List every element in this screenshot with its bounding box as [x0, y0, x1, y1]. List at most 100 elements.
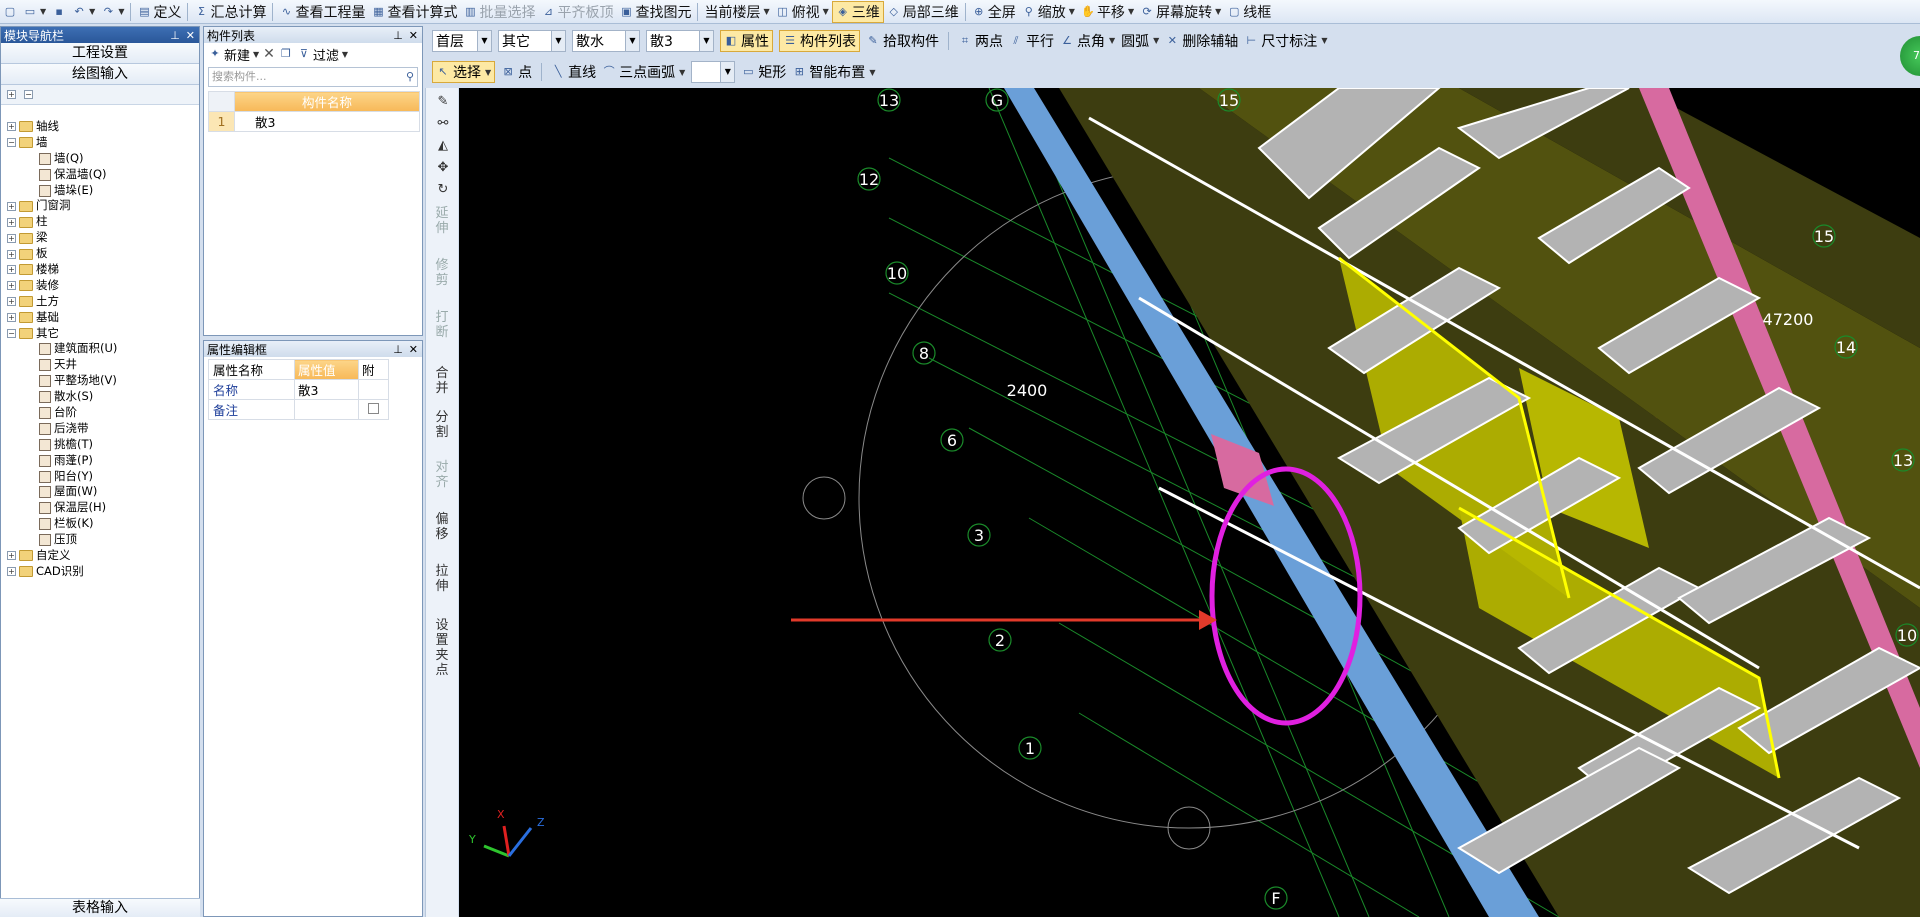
tree-item-coping[interactable]: 压顶: [7, 532, 117, 548]
new-component-button[interactable]: ✦ 新建 ▼: [208, 45, 259, 64]
pan-button[interactable]: ✋ 平移 ▼: [1078, 1, 1137, 23]
dimension-button[interactable]: ⊢ 尺寸标注 ▼: [1244, 31, 1328, 51]
close-icon[interactable]: ✕: [409, 29, 418, 42]
component-select[interactable]: 散3 ▼: [646, 29, 714, 52]
tree-item-column[interactable]: + 柱: [7, 214, 117, 230]
table-row[interactable]: 备注: [208, 399, 389, 420]
arc-option-select[interactable]: ▼: [691, 61, 736, 83]
trim-button[interactable]: 修剪: [434, 258, 450, 288]
current-floor-dropdown[interactable]: 当前楼层 ▼: [701, 1, 772, 23]
pin-icon[interactable]: ⊥: [393, 29, 403, 42]
open-file-button[interactable]: ▭ ▼: [20, 1, 49, 23]
tree-item-earth[interactable]: + 土方: [7, 294, 117, 310]
two-point-button[interactable]: ⌗ 两点: [958, 31, 1003, 51]
new-file-button[interactable]: ▢: [0, 1, 20, 23]
delete-aux-axis-button[interactable]: ✕ 删除辅轴: [1165, 31, 1239, 51]
tree-item-roof[interactable]: 屋面(W): [7, 484, 117, 500]
top-view-button[interactable]: ◫ 俯视 ▼: [773, 1, 832, 23]
expand-all-icon[interactable]: +: [7, 90, 16, 99]
collapse-all-icon[interactable]: −: [24, 90, 33, 99]
table-row[interactable]: 1 散3: [208, 111, 420, 132]
define-button[interactable]: ▤ 定义: [134, 1, 184, 23]
tree-item-wall-pier[interactable]: 墙垛(E): [7, 183, 117, 199]
tree-item-wall[interactable]: − 墙: [7, 135, 117, 151]
smart-layout-button[interactable]: ⊞ 智能布置 ▼: [792, 62, 876, 82]
tree-item-site-level[interactable]: 平整场地(V): [7, 373, 117, 389]
component-search-input[interactable]: 搜索构件... ⚲: [208, 67, 418, 87]
subtype-select[interactable]: 散水 ▼: [572, 29, 640, 52]
tree-item-deco[interactable]: + 装修: [7, 278, 117, 294]
set-grip-button[interactable]: 设置夹点: [434, 618, 450, 678]
tree-item-insulation[interactable]: 保温层(H): [7, 500, 117, 516]
batch-select-button[interactable]: ▥ 批量选择: [460, 1, 538, 23]
table-row[interactable]: 名称 散3: [208, 379, 389, 400]
close-icon[interactable]: ✕: [186, 29, 195, 42]
tree-item-balcony[interactable]: 阳台(Y): [7, 469, 117, 485]
tree-item-insulated-wall[interactable]: 保温墙(Q): [7, 167, 117, 183]
tree-item-eave[interactable]: 挑檐(T): [7, 437, 117, 453]
checkbox[interactable]: [368, 403, 379, 414]
merge-button[interactable]: 合并: [434, 366, 450, 396]
align-slab-top-button[interactable]: ⊿ 平齐板顶: [538, 1, 616, 23]
pin-icon[interactable]: ⊥: [393, 343, 403, 356]
tree-item-beam[interactable]: + 梁: [7, 230, 117, 246]
tree-item-axis[interactable]: + 轴线: [7, 119, 117, 135]
undo-button[interactable]: ↶ ▼: [69, 1, 98, 23]
three-point-arc-button[interactable]: ⌒ 三点画弧 ▼: [602, 62, 686, 82]
view-formula-button[interactable]: ▦ 查看计算式: [368, 1, 460, 23]
select-button[interactable]: ↖ 选择 ▼: [432, 61, 496, 83]
screen-rotate-button[interactable]: ⟳ 屏幕旋转 ▼: [1137, 1, 1224, 23]
tree-item-other[interactable]: − 其它: [7, 326, 117, 342]
parallel-button[interactable]: ⫽ 平行: [1009, 31, 1054, 51]
property-button[interactable]: ◧ 属性: [720, 29, 773, 52]
delete-icon[interactable]: ✕: [263, 46, 275, 62]
rectangle-button[interactable]: ▭ 矩形: [741, 62, 786, 82]
zoom-button[interactable]: ⚲ 缩放 ▼: [1019, 1, 1078, 23]
align-button[interactable]: 对齐: [434, 460, 450, 490]
tree-item-steps[interactable]: 台阶: [7, 405, 117, 421]
wireframe-button[interactable]: ▢ 线框: [1224, 1, 1274, 23]
close-icon[interactable]: ✕: [409, 343, 418, 356]
drawing-input-button[interactable]: 绘图输入: [1, 64, 199, 85]
tree-item-building-area[interactable]: 建筑面积(U): [7, 341, 117, 357]
pick-component-button[interactable]: ✎ 拾取构件: [866, 31, 939, 51]
tree-item-courtyard[interactable]: 天井: [7, 357, 117, 373]
pen-icon[interactable]: ✎: [430, 94, 456, 109]
tree-item-apron[interactable]: 散水(S): [7, 389, 117, 405]
pin-icon[interactable]: ⊥: [170, 29, 180, 42]
tree-item-foundation[interactable]: + 基础: [7, 310, 117, 326]
tree-item-post-pour[interactable]: 后浇带: [7, 421, 117, 437]
join-icon[interactable]: ⚯: [430, 116, 456, 131]
filter-button[interactable]: ⊽ 过滤 ▼: [297, 45, 348, 64]
point-button[interactable]: ⊠ 点: [501, 62, 533, 82]
3d-view-button[interactable]: ◈ 三维: [831, 0, 884, 23]
mirror-icon[interactable]: ◭: [430, 138, 456, 153]
extend-button[interactable]: 延伸: [434, 206, 450, 236]
copy-icon[interactable]: ❐: [279, 47, 293, 61]
split-button[interactable]: 分割: [434, 410, 450, 440]
summary-calc-button[interactable]: Σ 汇总计算: [191, 1, 269, 23]
arc-button[interactable]: 圆弧 ▼: [1121, 31, 1159, 51]
table-input-button[interactable]: 表格输入: [0, 898, 200, 917]
tree-item-railing[interactable]: 栏板(K): [7, 516, 117, 532]
component-list-button[interactable]: ☰ 构件列表: [779, 29, 860, 52]
tree-item-door[interactable]: + 门窗洞: [7, 198, 117, 214]
floor-select[interactable]: 首层 ▼: [432, 29, 492, 52]
tree-item-slab[interactable]: + 板: [7, 246, 117, 262]
stretch-button[interactable]: 拉伸: [434, 564, 450, 594]
3d-viewport[interactable]: 13 12 10 8 6 3 2 1 G 15 15 14 13 10 F 47…: [459, 88, 1920, 917]
rotate-icon[interactable]: ↻: [430, 182, 456, 197]
tree-item-wall-q[interactable]: 墙(Q): [7, 151, 117, 167]
local-3d-button[interactable]: ◇ 局部三维: [884, 1, 962, 23]
offset-button[interactable]: 偏移: [434, 512, 450, 542]
project-settings-button[interactable]: 工程设置: [1, 43, 199, 64]
save-button[interactable]: ▪: [49, 1, 69, 23]
find-element-button[interactable]: ▣ 查找图元: [616, 1, 694, 23]
status-badge[interactable]: 72: [1900, 36, 1920, 76]
move-icon[interactable]: ✥: [430, 160, 456, 175]
point-angle-button[interactable]: ∠ 点角 ▼: [1060, 31, 1115, 51]
redo-button[interactable]: ↷ ▼: [98, 1, 127, 23]
type-select[interactable]: 其它 ▼: [498, 29, 566, 52]
fullscreen-button[interactable]: ⊕ 全屏: [969, 1, 1019, 23]
search-icon[interactable]: ⚲: [406, 68, 414, 86]
